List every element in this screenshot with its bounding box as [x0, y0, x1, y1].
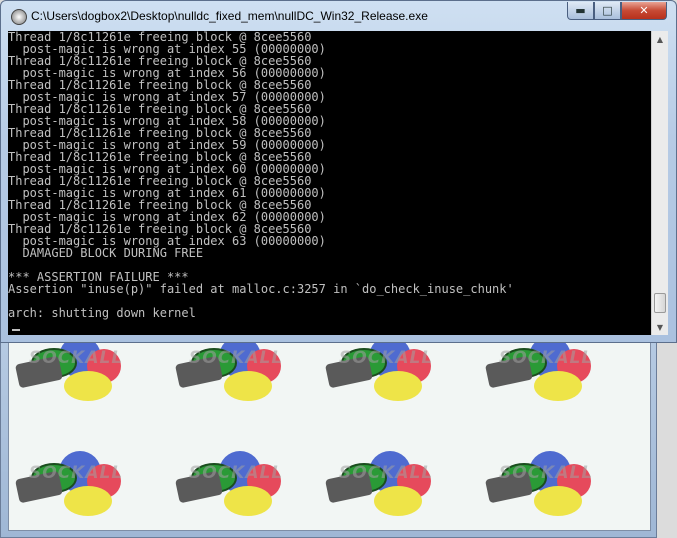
- logo-yellow-shape: [534, 371, 582, 401]
- logo-yellow-shape: [224, 371, 272, 401]
- logo-lettering: SOCKALL: [339, 348, 434, 368]
- scroll-down-button[interactable]: ▼: [652, 319, 668, 335]
- title-bar[interactable]: C:\Users\dogbox2\Desktop\nulldc_fixed_me…: [1, 1, 676, 31]
- maximize-icon: □: [602, 4, 613, 17]
- logo-yellow-shape: [374, 486, 422, 516]
- minimize-button[interactable]: ▬: [567, 2, 594, 20]
- logo-lettering: SOCKALL: [29, 348, 124, 368]
- logo-yellow-shape: [534, 486, 582, 516]
- sockall-logo: SOCKALL: [169, 449, 299, 524]
- logo-lettering: SOCKALL: [499, 463, 594, 483]
- sockall-logo: SOCKALL: [169, 342, 299, 409]
- console-line: Assertion "inuse(p)" failed at malloc.c:…: [8, 282, 514, 296]
- scroll-up-button[interactable]: ▲: [652, 31, 668, 47]
- close-icon: ✕: [639, 4, 649, 17]
- console-line: DAMAGED BLOCK DURING FREE: [8, 246, 204, 260]
- text-cursor: [12, 329, 20, 331]
- console-app-icon[interactable]: [11, 9, 27, 25]
- console-window[interactable]: C:\Users\dogbox2\Desktop\nulldc_fixed_me…: [0, 0, 677, 343]
- emulator-render-area[interactable]: SOCKALL SOCKALL SOCKALL SOCKALL SOCKALL SOCKA…: [8, 341, 651, 531]
- sockall-logo: SOCKALL: [479, 449, 609, 524]
- close-button[interactable]: ✕: [621, 2, 667, 20]
- arrow-down-icon: ▼: [656, 322, 664, 332]
- sockall-logo: SOCKALL: [319, 342, 449, 409]
- logo-lettering: SOCKALL: [29, 463, 124, 483]
- logo-lettering: SOCKALL: [339, 463, 434, 483]
- console-lines: Thread 1/8c11261e freeing block @ 8cee55…: [8, 31, 651, 319]
- maximize-button[interactable]: □: [594, 2, 621, 20]
- logo-lettering: SOCKALL: [189, 348, 284, 368]
- logo-lettering: SOCKALL: [499, 348, 594, 368]
- sockall-logo: SOCKALL: [479, 342, 609, 409]
- arrow-up-icon: ▲: [656, 34, 664, 44]
- logo-yellow-shape: [374, 371, 422, 401]
- logo-yellow-shape: [64, 486, 112, 516]
- minimize-icon: ▬: [575, 4, 586, 17]
- scroll-thumb[interactable]: [654, 293, 666, 313]
- logo-yellow-shape: [64, 371, 112, 401]
- sockall-logo: SOCKALL: [9, 449, 139, 524]
- sockall-logo: SOCKALL: [319, 449, 449, 524]
- window-title: C:\Users\dogbox2\Desktop\nulldc_fixed_me…: [31, 9, 428, 23]
- console-output[interactable]: Thread 1/8c11261e freeing block @ 8cee55…: [8, 31, 651, 335]
- vertical-scrollbar[interactable]: ▲ ▼: [651, 31, 668, 335]
- sockall-logo: SOCKALL: [9, 342, 139, 409]
- console-line: arch: shutting down kernel: [8, 306, 196, 320]
- emulator-window[interactable]: SOCKALL SOCKALL SOCKALL SOCKALL SOCKALL SOCKA…: [0, 330, 657, 538]
- logo-yellow-shape: [224, 486, 272, 516]
- logo-lettering: SOCKALL: [189, 463, 284, 483]
